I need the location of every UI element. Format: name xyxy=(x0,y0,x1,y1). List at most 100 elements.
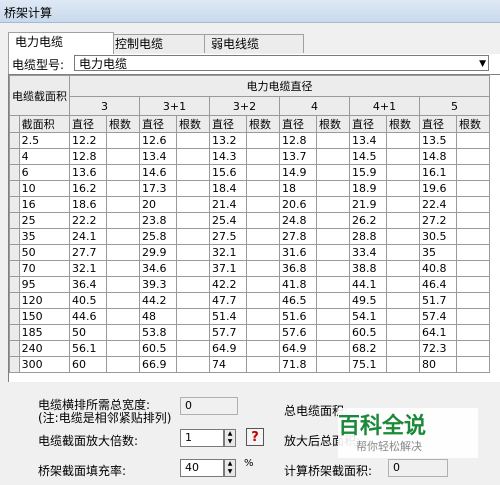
row-selector[interactable] xyxy=(9,276,20,293)
magnify-spinner[interactable]: ▲ ▼ xyxy=(224,429,236,447)
row-selector[interactable] xyxy=(9,260,20,277)
count-input-cell[interactable] xyxy=(316,164,350,181)
count-input-cell[interactable] xyxy=(246,260,280,277)
count-input-cell[interactable] xyxy=(316,276,350,293)
fill-rate-input[interactable]: 40 xyxy=(180,459,224,477)
count-input-cell[interactable] xyxy=(456,308,490,325)
count-input-cell[interactable] xyxy=(316,180,350,197)
row-selector[interactable] xyxy=(9,132,20,149)
count-input-cell[interactable] xyxy=(386,276,420,293)
count-input-cell[interactable] xyxy=(176,212,210,229)
count-input-cell[interactable] xyxy=(106,292,140,309)
count-input-cell[interactable] xyxy=(456,180,490,197)
row-selector[interactable] xyxy=(9,356,20,373)
tab-power-cable[interactable]: 电力电缆 xyxy=(8,32,114,54)
row-selector[interactable] xyxy=(9,164,20,181)
cable-data-grid[interactable]: 电缆截面积 电力电缆直径 3 3+1 3+2 4 4+1 5 截面积 直径 根数 直径 根数 直径 根数 直径… xyxy=(8,74,500,384)
row-selector[interactable] xyxy=(9,148,20,165)
table-row[interactable]: 50 27.7 29.9 32.1 31.6 33.4 35 xyxy=(9,244,490,261)
table-row[interactable]: 4 12.8 13.4 14.3 13.7 14.5 14.8 xyxy=(9,148,490,165)
table-row[interactable]: 150 44.6 48 51.4 51.6 54.1 57.4 xyxy=(9,308,490,325)
count-input-cell[interactable] xyxy=(176,340,210,357)
count-input-cell[interactable] xyxy=(106,276,140,293)
count-input-cell[interactable] xyxy=(316,244,350,261)
count-input-cell[interactable] xyxy=(106,356,140,373)
cable-type-select[interactable]: 电力电缆 ▼ xyxy=(74,55,489,71)
count-input-cell[interactable] xyxy=(246,276,280,293)
count-input-cell[interactable] xyxy=(456,276,490,293)
count-input-cell[interactable] xyxy=(106,212,140,229)
count-input-cell[interactable] xyxy=(106,196,140,213)
count-input-cell[interactable] xyxy=(316,132,350,149)
count-input-cell[interactable] xyxy=(386,340,420,357)
row-selector[interactable] xyxy=(9,292,20,309)
count-input-cell[interactable] xyxy=(176,244,210,261)
count-input-cell[interactable] xyxy=(386,180,420,197)
row-selector[interactable] xyxy=(9,324,20,341)
count-input-cell[interactable] xyxy=(386,292,420,309)
count-input-cell[interactable] xyxy=(386,196,420,213)
count-input-cell[interactable] xyxy=(316,228,350,245)
count-input-cell[interactable] xyxy=(386,308,420,325)
table-row[interactable]: 2.5 12.2 12.6 13.2 12.8 13.4 13.5 xyxy=(9,132,490,149)
count-input-cell[interactable] xyxy=(386,212,420,229)
row-selector[interactable] xyxy=(9,196,20,213)
count-input-cell[interactable] xyxy=(106,340,140,357)
table-row[interactable]: 300 60 66.9 74 71.8 75.1 80 xyxy=(9,356,490,373)
count-input-cell[interactable] xyxy=(176,228,210,245)
count-input-cell[interactable] xyxy=(246,324,280,341)
count-input-cell[interactable] xyxy=(456,244,490,261)
count-input-cell[interactable] xyxy=(246,132,280,149)
count-input-cell[interactable] xyxy=(176,276,210,293)
tab-weak-current-cable[interactable]: 弱电线缆 xyxy=(204,34,304,53)
table-row[interactable]: 95 36.4 39.3 42.2 41.8 44.1 46.4 xyxy=(9,276,490,293)
table-row[interactable]: 10 16.2 17.3 18.4 18 18.9 19.6 xyxy=(9,180,490,197)
count-input-cell[interactable] xyxy=(246,228,280,245)
count-input-cell[interactable] xyxy=(176,260,210,277)
row-selector[interactable] xyxy=(9,308,20,325)
count-input-cell[interactable] xyxy=(316,292,350,309)
count-input-cell[interactable] xyxy=(386,244,420,261)
count-input-cell[interactable] xyxy=(176,324,210,341)
row-selector[interactable] xyxy=(9,340,20,357)
count-input-cell[interactable] xyxy=(386,228,420,245)
count-input-cell[interactable] xyxy=(246,308,280,325)
count-input-cell[interactable] xyxy=(456,196,490,213)
count-input-cell[interactable] xyxy=(176,356,210,373)
count-input-cell[interactable] xyxy=(456,212,490,229)
count-input-cell[interactable] xyxy=(316,212,350,229)
count-input-cell[interactable] xyxy=(106,260,140,277)
count-input-cell[interactable] xyxy=(106,324,140,341)
tab-control-cable[interactable]: 控制电缆 xyxy=(108,34,208,53)
count-input-cell[interactable] xyxy=(316,308,350,325)
count-input-cell[interactable] xyxy=(316,196,350,213)
table-row[interactable]: 35 24.1 25.8 27.5 27.8 28.8 30.5 xyxy=(9,228,490,245)
count-input-cell[interactable] xyxy=(316,356,350,373)
dropdown-arrow-icon[interactable]: ▼ xyxy=(479,56,486,72)
count-input-cell[interactable] xyxy=(176,132,210,149)
table-row[interactable]: 120 40.5 44.2 47.7 46.5 49.5 51.7 xyxy=(9,292,490,309)
count-input-cell[interactable] xyxy=(456,292,490,309)
count-input-cell[interactable] xyxy=(176,308,210,325)
count-input-cell[interactable] xyxy=(246,164,280,181)
count-input-cell[interactable] xyxy=(246,340,280,357)
count-input-cell[interactable] xyxy=(246,212,280,229)
count-input-cell[interactable] xyxy=(386,148,420,165)
count-input-cell[interactable] xyxy=(176,180,210,197)
count-input-cell[interactable] xyxy=(456,132,490,149)
count-input-cell[interactable] xyxy=(246,356,280,373)
count-input-cell[interactable] xyxy=(316,340,350,357)
count-input-cell[interactable] xyxy=(176,148,210,165)
count-input-cell[interactable] xyxy=(176,196,210,213)
count-input-cell[interactable] xyxy=(106,148,140,165)
count-input-cell[interactable] xyxy=(456,356,490,373)
count-input-cell[interactable] xyxy=(386,324,420,341)
count-input-cell[interactable] xyxy=(386,132,420,149)
table-row[interactable]: 240 56.1 60.5 64.9 64.9 68.2 72.3 xyxy=(9,340,490,357)
count-input-cell[interactable] xyxy=(106,228,140,245)
table-row[interactable]: 185 50 53.8 57.7 57.6 60.5 64.1 xyxy=(9,324,490,341)
count-input-cell[interactable] xyxy=(386,260,420,277)
table-row[interactable]: 16 18.6 20 21.4 20.6 21.9 22.4 xyxy=(9,196,490,213)
count-input-cell[interactable] xyxy=(456,164,490,181)
row-selector[interactable] xyxy=(9,212,20,229)
